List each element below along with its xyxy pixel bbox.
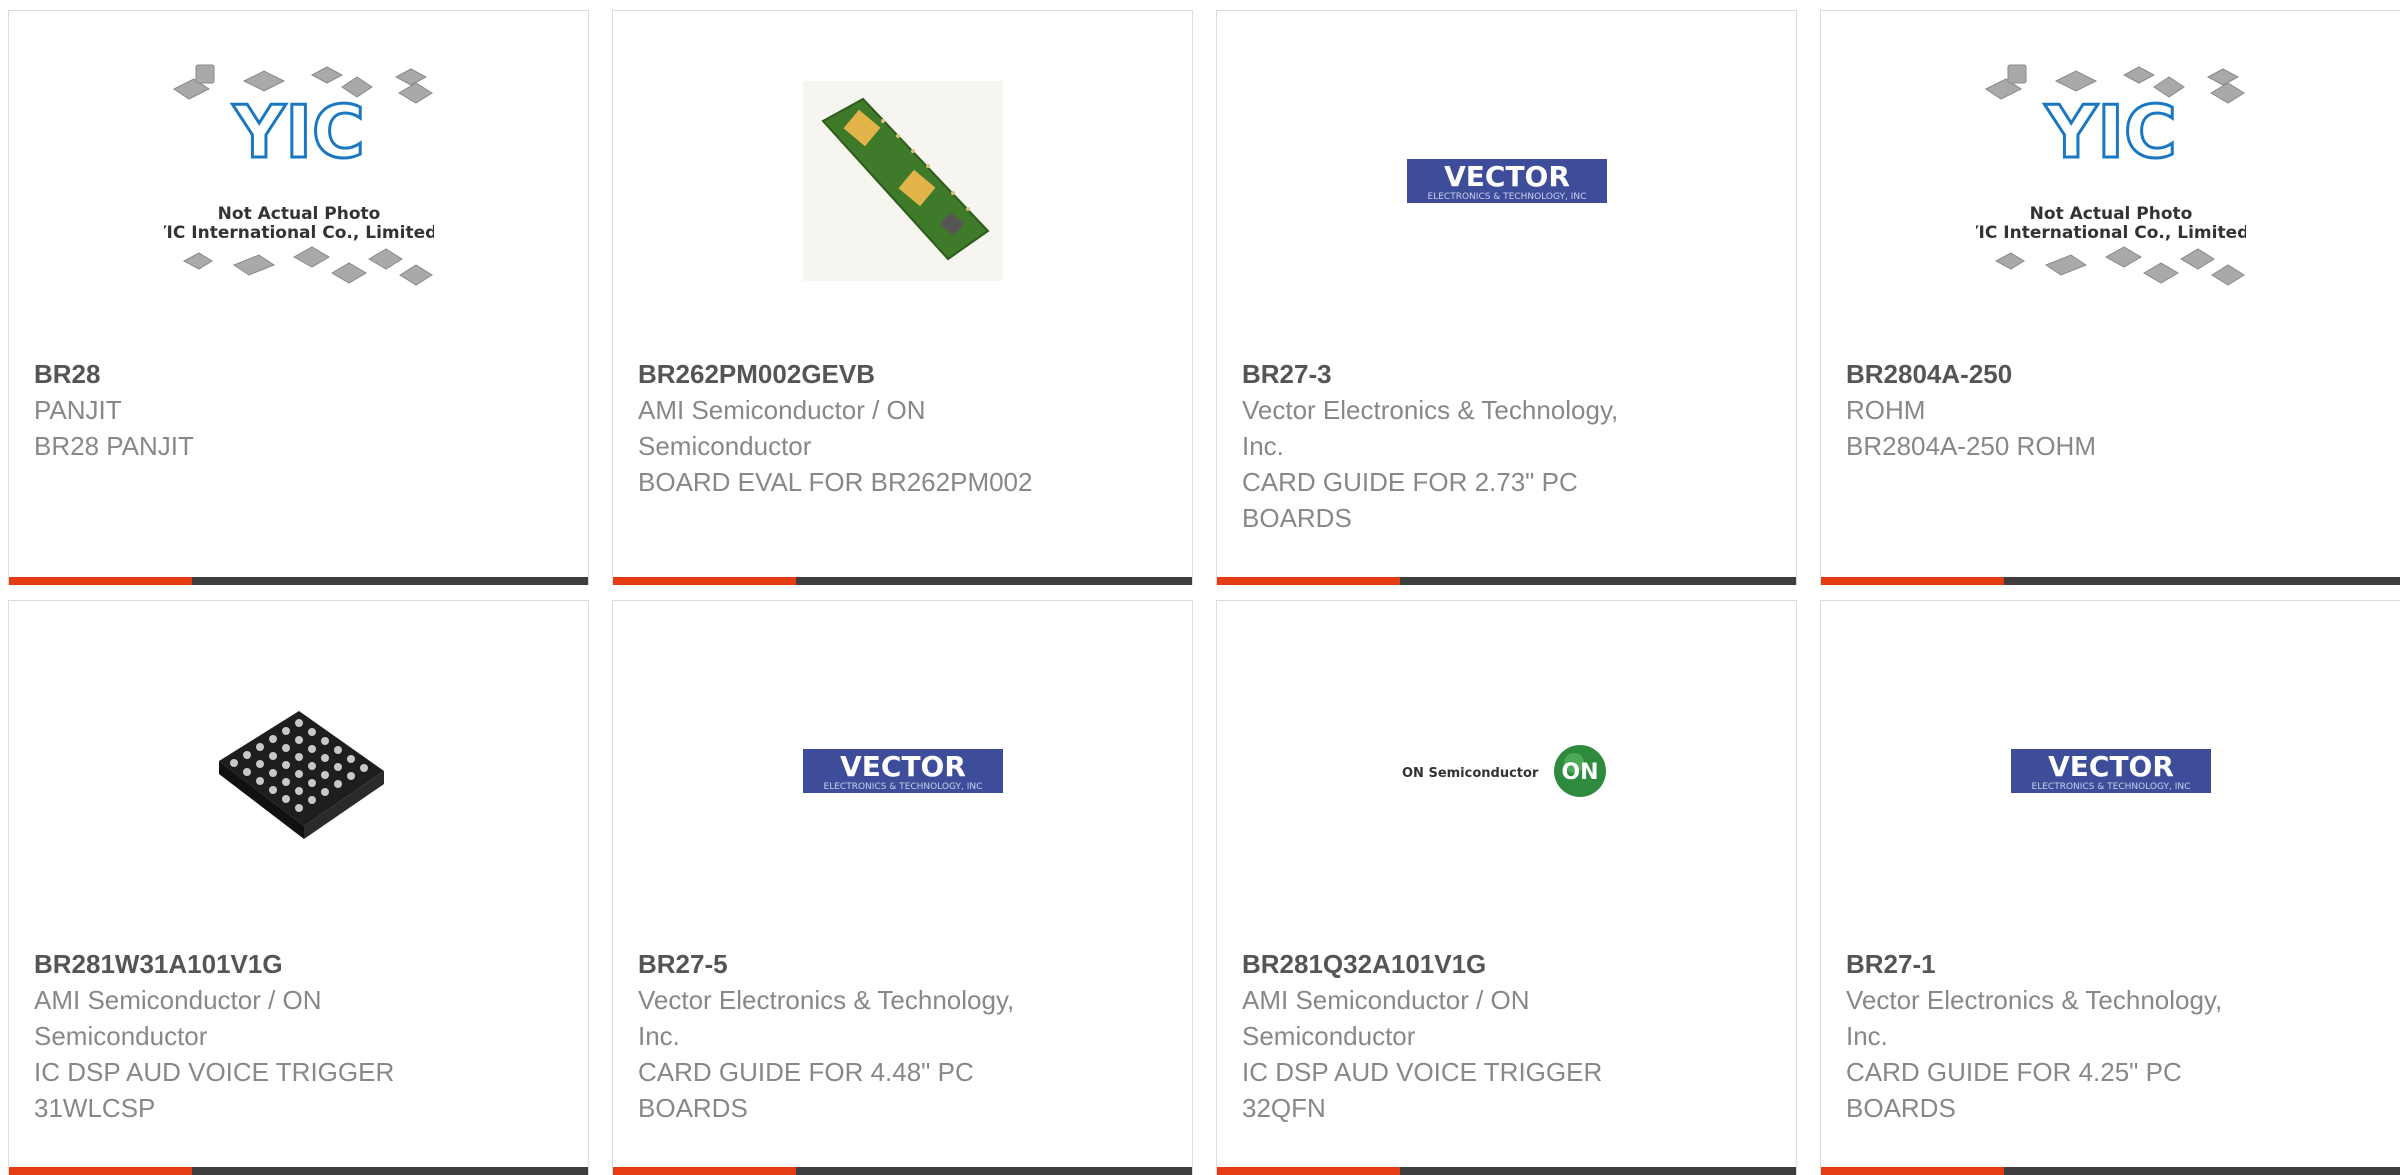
product-card[interactable]: YIC Not Actual Photo YIC International C… (8, 10, 589, 585)
vector-logo[interactable]: VECTOR ELECTRONICS & TECHNOLOGY, INC (2010, 749, 2211, 798)
part-number[interactable]: BR28 (34, 356, 454, 392)
part-number[interactable]: BR2804A-250 (1846, 356, 2266, 392)
svg-text:YIC: YIC (232, 90, 365, 174)
card-bottom-bar (1217, 1167, 1796, 1175)
product-card[interactable]: VECTOR ELECTRONICS & TECHNOLOGY, INC BR2… (1820, 600, 2400, 1175)
product-image[interactable] (199, 671, 399, 876)
svg-text:ELECTRONICS & TECHNOLOGY, INC: ELECTRONICS & TECHNOLOGY, INC (823, 782, 982, 792)
description: IC DSP AUD VOICE TRIGGER 31WLCSP (34, 1057, 395, 1123)
part-number[interactable]: BR27-3 (1242, 356, 1662, 392)
card-bottom-bar (9, 577, 588, 585)
card-bottom-bar (9, 1167, 588, 1175)
on-semiconductor-logo[interactable]: ON Semiconductor ON (1402, 741, 1612, 806)
product-card[interactable]: ON Semiconductor ON BR281Q32A101V1G AMI … (1216, 600, 1797, 1175)
svg-text:VECTOR: VECTOR (840, 750, 966, 783)
manufacturer: ROHM (1846, 395, 1926, 425)
description: CARD GUIDE FOR 2.73" PC BOARDS (1242, 467, 1578, 533)
description: BR28 PANJIT (34, 431, 194, 461)
part-number[interactable]: BR281W31A101V1G (34, 946, 454, 982)
card-bottom-bar (613, 1167, 1192, 1175)
vector-logo[interactable]: VECTOR ELECTRONICS & TECHNOLOGY, INC (1406, 159, 1607, 208)
product-image[interactable] (802, 81, 1003, 286)
svg-text:Not Actual Photo: Not Actual Photo (217, 204, 380, 224)
svg-text:VECTOR: VECTOR (2048, 750, 2174, 783)
svg-text:VECTOR: VECTOR (1444, 160, 1570, 193)
description: IC DSP AUD VOICE TRIGGER 32QFN (1242, 1057, 1603, 1123)
description: BR2804A-250 ROHM (1846, 431, 2096, 461)
product-card[interactable]: BR262PM002GEVB AMI Semiconductor / ON Se… (612, 10, 1193, 585)
svg-text:YIC International Co., Limited: YIC International Co., Limited. (164, 223, 434, 243)
product-card[interactable]: BR281W31A101V1G AMI Semiconductor / ON S… (8, 600, 589, 1175)
svg-text:ON Semiconductor: ON Semiconductor (1402, 766, 1539, 781)
manufacturer: Vector Electronics & Technology, Inc. (1242, 395, 1619, 461)
card-bottom-bar (1217, 577, 1796, 585)
svg-text:ELECTRONICS & TECHNOLOGY, INC: ELECTRONICS & TECHNOLOGY, INC (1427, 192, 1586, 202)
product-card[interactable]: YIC Not Actual Photo YIC International C… (1820, 10, 2400, 585)
description: BOARD EVAL FOR BR262PM002 (638, 467, 1033, 497)
product-card[interactable]: VECTOR ELECTRONICS & TECHNOLOGY, INC BR2… (612, 600, 1193, 1175)
manufacturer: AMI Semiconductor / ON Semiconductor (638, 395, 926, 461)
product-image[interactable]: YIC Not Actual Photo YIC International C… (1965, 61, 2255, 306)
manufacturer: PANJIT (34, 395, 122, 425)
part-number[interactable]: BR281Q32A101V1G (1242, 946, 1662, 982)
svg-text:Not Actual Photo: Not Actual Photo (2029, 204, 2192, 224)
svg-text:ELECTRONICS & TECHNOLOGY, INC: ELECTRONICS & TECHNOLOGY, INC (2031, 782, 2190, 792)
part-number[interactable]: BR27-5 (638, 946, 1058, 982)
vector-logo[interactable]: VECTOR ELECTRONICS & TECHNOLOGY, INC (802, 749, 1003, 798)
manufacturer: Vector Electronics & Technology, Inc. (638, 985, 1015, 1051)
manufacturer: Vector Electronics & Technology, Inc. (1846, 985, 2223, 1051)
product-image[interactable]: YIC Not Actual Photo YIC International C… (153, 61, 443, 306)
product-card[interactable]: VECTOR ELECTRONICS & TECHNOLOGY, INC BR2… (1216, 10, 1797, 585)
svg-text:YIC: YIC (2044, 90, 2177, 174)
card-bottom-bar (1821, 577, 2400, 585)
svg-text:YIC International Co., Limited: YIC International Co., Limited. (1976, 223, 2246, 243)
card-bottom-bar (1821, 1167, 2400, 1175)
part-number[interactable]: BR262PM002GEVB (638, 356, 1058, 392)
card-bottom-bar (613, 577, 1192, 585)
part-number[interactable]: BR27-1 (1846, 946, 2266, 982)
svg-text:ON: ON (1561, 760, 1598, 785)
description: CARD GUIDE FOR 4.25" PC BOARDS (1846, 1057, 2182, 1123)
manufacturer: AMI Semiconductor / ON Semiconductor (34, 985, 322, 1051)
manufacturer: AMI Semiconductor / ON Semiconductor (1242, 985, 1530, 1051)
description: CARD GUIDE FOR 4.48" PC BOARDS (638, 1057, 974, 1123)
